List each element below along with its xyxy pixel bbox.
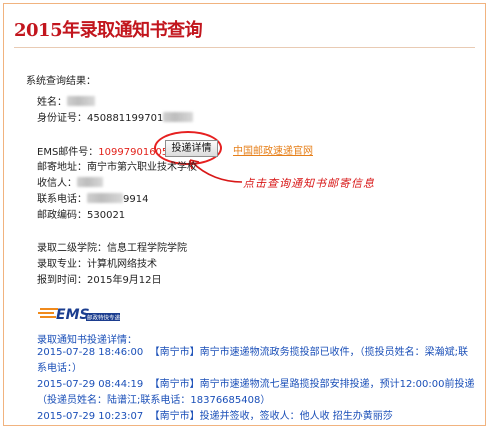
id-label: 身份证号： [37, 113, 87, 124]
tracking-header: 录取通知书投递详情： [37, 335, 137, 346]
receiver-redacted [77, 177, 103, 187]
ems-logo-subtext: 邮政特快专递 [87, 314, 120, 322]
postcode-label: 邮政编码： [37, 210, 87, 221]
id-value: 450881199701 [87, 113, 164, 124]
page-title: 2015年录取通知书查询 [14, 20, 203, 41]
report-row: 报到时间：2015年9月12日 [37, 271, 162, 286]
report-label: 报到时间： [37, 275, 87, 286]
id-row: 身份证号：450881199701 [37, 109, 194, 124]
result-panel: 2015年录取通知书查询 系统查询结果： 姓名： 身份证号：4508811997… [3, 3, 486, 426]
receiver-label: 收信人： [37, 178, 77, 189]
handwritten-note: 点击查询通知书邮寄信息 [243, 177, 375, 190]
major-label: 录取专业： [37, 259, 87, 270]
phone-row: 联系电话： 9914 [37, 190, 148, 205]
name-row: 姓名： [37, 93, 95, 108]
major-value: 计算机网络技术 [87, 259, 157, 270]
ems-official-site-link[interactable]: 中国邮政速递官网 [233, 142, 313, 157]
postcode-row: 邮政编码：530021 [37, 206, 125, 221]
name-redacted [67, 96, 95, 106]
ems-logo-icon: EMS 邮政特快专递 [38, 307, 120, 323]
event-city: 【南宁市】 [149, 411, 200, 422]
phone-redacted [87, 193, 123, 203]
college-label: 录取二级学院： [37, 243, 107, 254]
tracking-event: 2015-07-29 10:23:07 【南宁市】投递并签收，签收人：他人收 招… [37, 409, 477, 425]
report-value: 2015年9月12日 [87, 275, 162, 286]
track-details-button[interactable]: 投递详情 [165, 140, 218, 157]
event-time: 2015-07-29 10:23:07 [37, 411, 144, 422]
tracking-event: 2015-07-28 18:46:00 【南宁市】南宁市速递物流政务揽投部已收件… [37, 345, 477, 377]
phone-value: 9914 [123, 194, 149, 205]
ems-label: EMS邮件号： [37, 147, 99, 158]
phone-label: 联系电话： [37, 194, 87, 205]
college-row: 录取二级学院：信息工程学院学院 [37, 239, 187, 254]
address-label: 邮寄地址： [37, 162, 87, 173]
address-row: 邮寄地址：南宁市第六职业技术学校 [37, 158, 197, 173]
event-time: 2015-07-28 18:46:00 [37, 347, 144, 358]
event-time: 2015-07-29 08:44:19 [37, 379, 144, 390]
receiver-row: 收信人： [37, 174, 103, 189]
college-value: 信息工程学院学院 [107, 243, 187, 254]
title-divider [14, 47, 475, 48]
major-row: 录取专业：计算机网络技术 [37, 255, 157, 270]
event-desc: 投递并签收，签收人：他人收 招生办黄丽莎 [199, 411, 393, 422]
event-city: 【南宁市】 [149, 379, 200, 390]
tracking-event: 2015-07-29 08:44:19 【南宁市】南宁市速递物流七星路揽投部安排… [37, 377, 477, 409]
address-value: 南宁市第六职业技术学校 [87, 162, 197, 173]
result-label: 系统查询结果： [26, 76, 96, 87]
postcode-value: 530021 [87, 210, 126, 221]
event-city: 【南宁市】 [149, 347, 200, 358]
ems-logo-text: EMS [56, 307, 90, 323]
name-label: 姓名： [37, 97, 67, 108]
id-redacted [163, 112, 194, 122]
